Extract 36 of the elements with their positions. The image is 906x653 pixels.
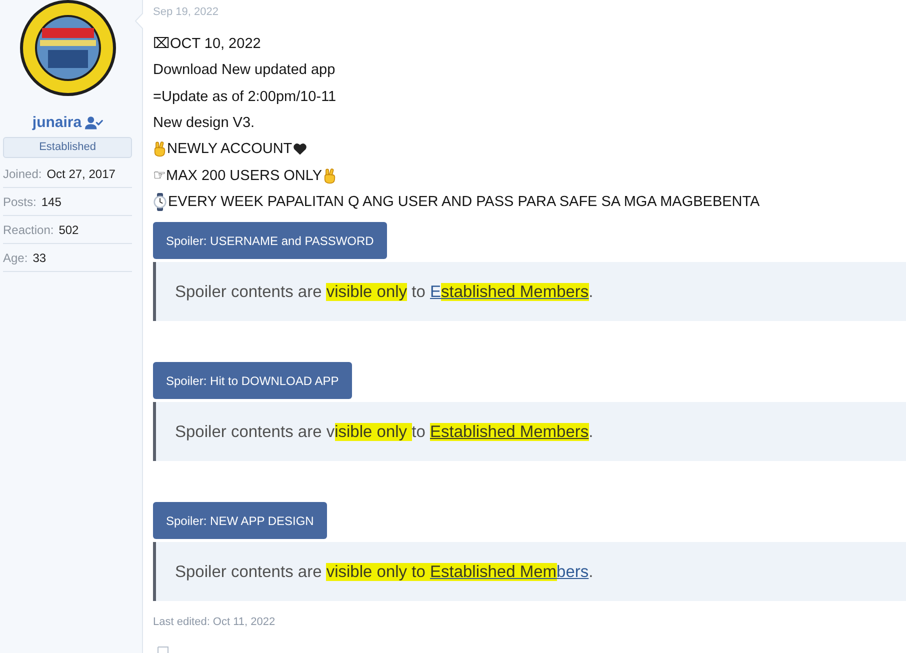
stat-value: 33 [32,250,46,266]
hand-icon [323,168,336,184]
user-check-icon [84,116,103,130]
spoiler-message: Spoiler contents are visible only to Established Members. [175,282,594,303]
username-link[interactable]: junaira [32,113,82,133]
stat-label: Reaction: [3,222,54,238]
heart-icon [293,143,308,156]
text-highlight: isible only [334,422,412,441]
stat-label: Age: [3,250,28,266]
spoiler-message: Spoiler contents are visible only to Established Members. [175,562,594,583]
text-highlight: stablished Members [441,282,589,301]
text-highlight: Established Mem [430,562,557,581]
post-text-line: New design V3. [153,114,255,134]
stat-label: Joined: [3,166,42,182]
text-highlight: visible only [326,282,408,301]
stat-value: Oct 27, 2017 [46,166,116,182]
members-link[interactable]: Established Members [430,282,589,301]
spoiler-button[interactable]: Spoiler: NEW APP DESIGN [153,502,327,540]
stat-value: 145 [41,194,62,210]
post-text-line: ☞MAX 200 USERS ONLY [153,166,322,186]
members-link[interactable]: Established Members [430,422,589,441]
spoiler-button[interactable]: Spoiler: USERNAME and PASSWORD [153,222,387,260]
post-text-line: EVERY WEEK PAPALITAN Q ANG USER AND PASS PARA SAFE SA MGA MAGBEBENTA [168,192,760,212]
stat-label: Posts: [3,194,36,210]
post-text-line: =Update as of 2:00pm/10-11 [153,88,336,107]
spoiler-button[interactable]: Spoiler: Hit to DOWNLOAD APP [153,362,352,400]
post-text-line: Download New updated app [153,61,336,80]
wristwatch-icon [153,192,167,211]
stat-value: 502 [58,222,79,238]
last-edited-note: Last edited: Oct 11, 2022 [153,615,276,630]
text-highlight: visible only to [326,562,430,581]
post-text-line: ⌧OCT 10, 2022 [153,35,261,54]
members-link[interactable]: Established Members [430,562,589,581]
hand-icon [153,141,166,158]
post-text-line: NEWLY ACCOUNT [167,140,292,160]
user-title-badge: Established [3,137,132,158]
